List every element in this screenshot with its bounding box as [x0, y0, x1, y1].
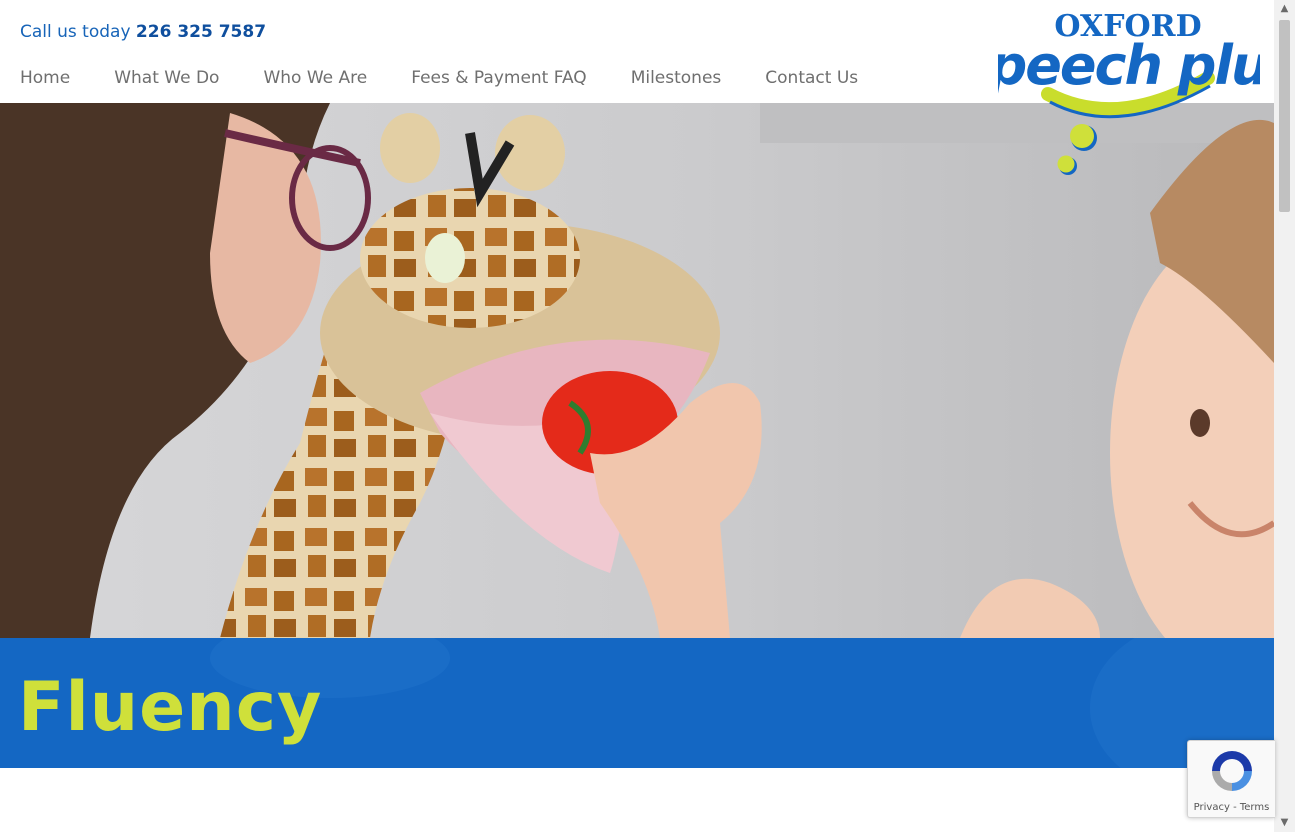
nav-home[interactable]: Home — [20, 68, 70, 88]
phone-line: Call us today 226 325 7587 — [20, 22, 266, 42]
scroll-down-arrow-icon[interactable]: ▼ — [1274, 814, 1295, 832]
main-nav: Home What We Do Who We Are Fees & Paymen… — [20, 68, 902, 88]
scroll-thumb[interactable] — [1279, 20, 1290, 212]
phone-number-link[interactable]: 226 325 7587 — [136, 22, 266, 42]
phone-prefix: Call us today — [20, 22, 131, 42]
recaptcha-links: Privacy - Terms — [1188, 802, 1275, 813]
recaptcha-separator: - — [1229, 802, 1240, 813]
recaptcha-privacy-link[interactable]: Privacy — [1194, 802, 1230, 813]
page-title: Fluency — [18, 668, 323, 747]
page-scrollbar[interactable]: ▲ ▼ — [1274, 0, 1295, 832]
nav-what-we-do[interactable]: What We Do — [114, 68, 219, 88]
nav-contact-us[interactable]: Contact Us — [765, 68, 858, 88]
nav-fees-payment-faq[interactable]: Fees & Payment FAQ — [411, 68, 586, 88]
logo-line2: speech plus — [998, 34, 1260, 97]
nav-milestones[interactable]: Milestones — [631, 68, 722, 88]
site-logo[interactable]: OXFORD speech plus — [958, 6, 1295, 184]
nav-who-we-are[interactable]: Who We Are — [263, 68, 367, 88]
recaptcha-badge[interactable]: Privacy - Terms — [1187, 740, 1275, 818]
page-title-banner: Fluency — [0, 638, 1274, 768]
recaptcha-icon — [1212, 751, 1252, 791]
recaptcha-terms-link[interactable]: Terms — [1240, 802, 1269, 813]
logo-graphic: OXFORD speech plus — [958, 9, 1295, 175]
scroll-up-arrow-icon[interactable]: ▲ — [1274, 0, 1295, 18]
